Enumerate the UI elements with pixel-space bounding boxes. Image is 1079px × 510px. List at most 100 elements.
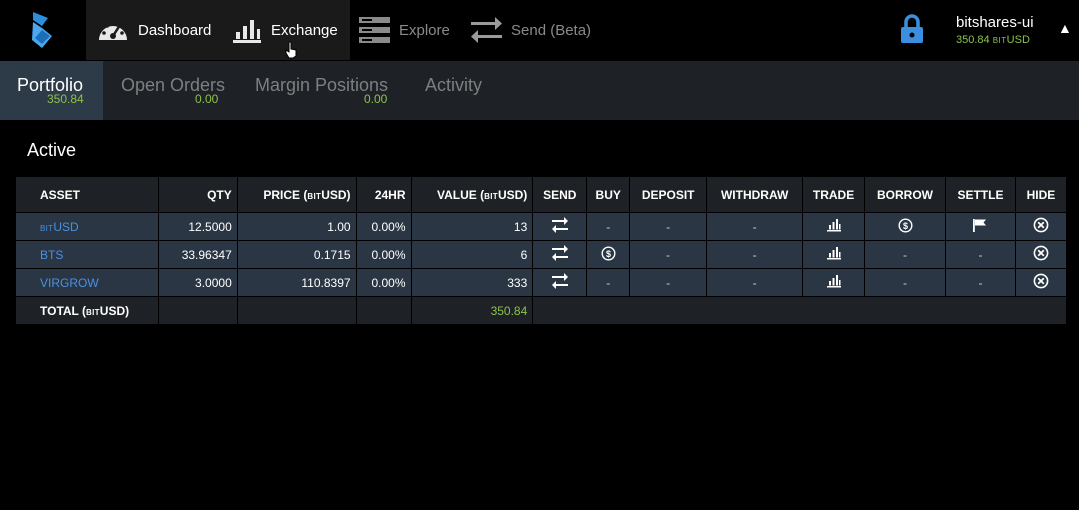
tab-activity-label: Activity [425,75,483,95]
transfer-icon[interactable] [551,273,569,292]
borrow-cell: $ [864,212,946,241]
flag-icon[interactable] [972,218,988,236]
close-circle-icon[interactable] [1033,217,1049,236]
buy-cell: - [586,268,631,297]
deposit-cell: - [629,212,708,241]
close-circle-icon[interactable] [1033,245,1049,264]
nav-dashboard-label: Dashboard [138,21,212,39]
header-value-bit: BIT [484,191,498,201]
account-name: bitshares-ui [956,14,1034,31]
header-price-bit: BIT [307,191,322,201]
total-label-bit: BIT [86,307,100,317]
header-value-post: USD) [497,187,528,202]
tab-portfolio-value: 350.84 [47,92,84,106]
header-trade: TRADE [802,176,866,213]
withdraw-cell: - [706,268,804,297]
transfer-arrows-icon [471,17,502,43]
asset-link[interactable]: VIRGROW [15,268,159,297]
transfer-icon[interactable] [551,217,569,236]
buy-cell: $ [586,240,631,269]
caret-up-icon[interactable]: ▲ [1058,20,1072,36]
header-asset[interactable]: ASSET [15,176,159,213]
header-hide: HIDE [1014,176,1068,213]
table-row: VIRGROW 3.0000 110.8397 0.00% 333 - - - … [15,268,1068,297]
trade-chart-icon[interactable] [826,246,842,263]
section-title: Active [27,140,77,160]
table-header-row: ASSET QTY PRICE (BITUSD) 24HR VALUE (BIT… [15,176,1068,213]
deposit-cell: - [629,268,708,297]
header-price-pre: PRICE ( [263,187,308,202]
trade-cell [802,212,866,241]
portfolio-tabs: Portfolio 350.84 Open Orders 0.00 Margin… [0,61,1079,120]
change-cell: 0.00% [355,268,412,297]
borrow-cell: - [864,240,946,269]
server-stack-icon [359,17,390,43]
tab-open-orders[interactable]: Open Orders 0.00 [103,61,233,120]
nav-send[interactable]: Send (Beta) [470,0,591,60]
send-cell [532,212,588,241]
asset-link[interactable]: BITUSD [15,212,159,241]
total-row: TOTAL (BITUSD) 350.84 [15,296,1067,325]
header-24hr[interactable]: 24HR [355,176,412,213]
account-balance-value: 350.84 [956,34,990,46]
trade-chart-icon[interactable] [826,274,842,291]
header-price[interactable]: PRICE (BITUSD) [236,176,357,213]
total-label-pre: TOTAL ( [40,303,86,318]
dollar-circle-icon[interactable]: $ [601,245,616,264]
total-empty-cell [532,296,1067,325]
nav-send-label: Send (Beta) [511,21,592,39]
header-price-post: USD) [321,187,351,202]
header-borrow: BORROW [864,176,946,213]
tab-open-orders-value: 0.00 [195,92,219,106]
table-row: BITUSD 12.5000 1.00 0.00% 13 - - - $ [15,212,1068,241]
header-qty[interactable]: QTY [157,176,238,213]
dollar-circle-icon[interactable]: $ [898,217,913,236]
total-empty-cell [236,296,357,325]
lock-icon[interactable] [900,14,924,49]
withdraw-cell: - [706,240,804,269]
header-buy: BUY [586,176,631,213]
value-cell: 333 [410,268,534,297]
value-cell: 6 [410,240,534,269]
trade-cell [802,268,866,297]
qty-cell: 33.96347 [157,240,238,269]
value-cell: 13 [410,212,534,241]
close-circle-icon[interactable] [1033,273,1049,292]
total-empty-cell [355,296,412,325]
asset-name: USD [53,219,79,234]
bitshares-logo-icon[interactable] [28,10,56,50]
header-withdraw: WITHDRAW [706,176,804,213]
transfer-icon[interactable] [551,245,569,264]
qty-cell: 3.0000 [157,268,238,297]
header-value[interactable]: VALUE (BITUSD) [410,176,534,213]
account-menu[interactable]: bitshares-ui 350.84 BITUSD [956,14,1043,46]
total-value: 350.84 [410,296,534,325]
change-cell: 0.00% [355,240,412,269]
trade-chart-icon[interactable] [826,218,842,235]
send-cell [532,268,588,297]
settle-cell: - [945,240,1016,269]
bar-chart-icon [233,20,261,43]
nav-explore[interactable]: Explore [358,0,450,60]
header-settle: SETTLE [945,176,1016,213]
nav-explore-label: Explore [399,21,450,39]
qty-cell: 12.5000 [157,212,238,241]
settle-cell: - [945,268,1016,297]
total-label-post: USD) [99,303,130,318]
asset-link[interactable]: BTS [15,240,159,269]
borrow-cell: - [864,268,946,297]
nav-dashboard[interactable]: Dashboard [86,0,226,60]
tab-margin-positions[interactable]: Margin Positions 0.00 [237,61,407,120]
account-balance-unit: USD [1006,34,1030,46]
hide-cell [1014,240,1068,269]
trade-cell [802,240,866,269]
price-cell: 110.8397 [236,268,357,297]
withdraw-cell: - [706,212,804,241]
account-balance-prefix: BIT [992,36,1007,45]
tab-portfolio[interactable]: Portfolio 350.84 [0,61,103,120]
price-cell: 0.1715 [236,240,357,269]
send-cell [532,240,588,269]
hide-cell [1014,268,1068,297]
tab-activity[interactable]: Activity [407,61,507,120]
asset-bit-prefix: BIT [40,223,54,233]
